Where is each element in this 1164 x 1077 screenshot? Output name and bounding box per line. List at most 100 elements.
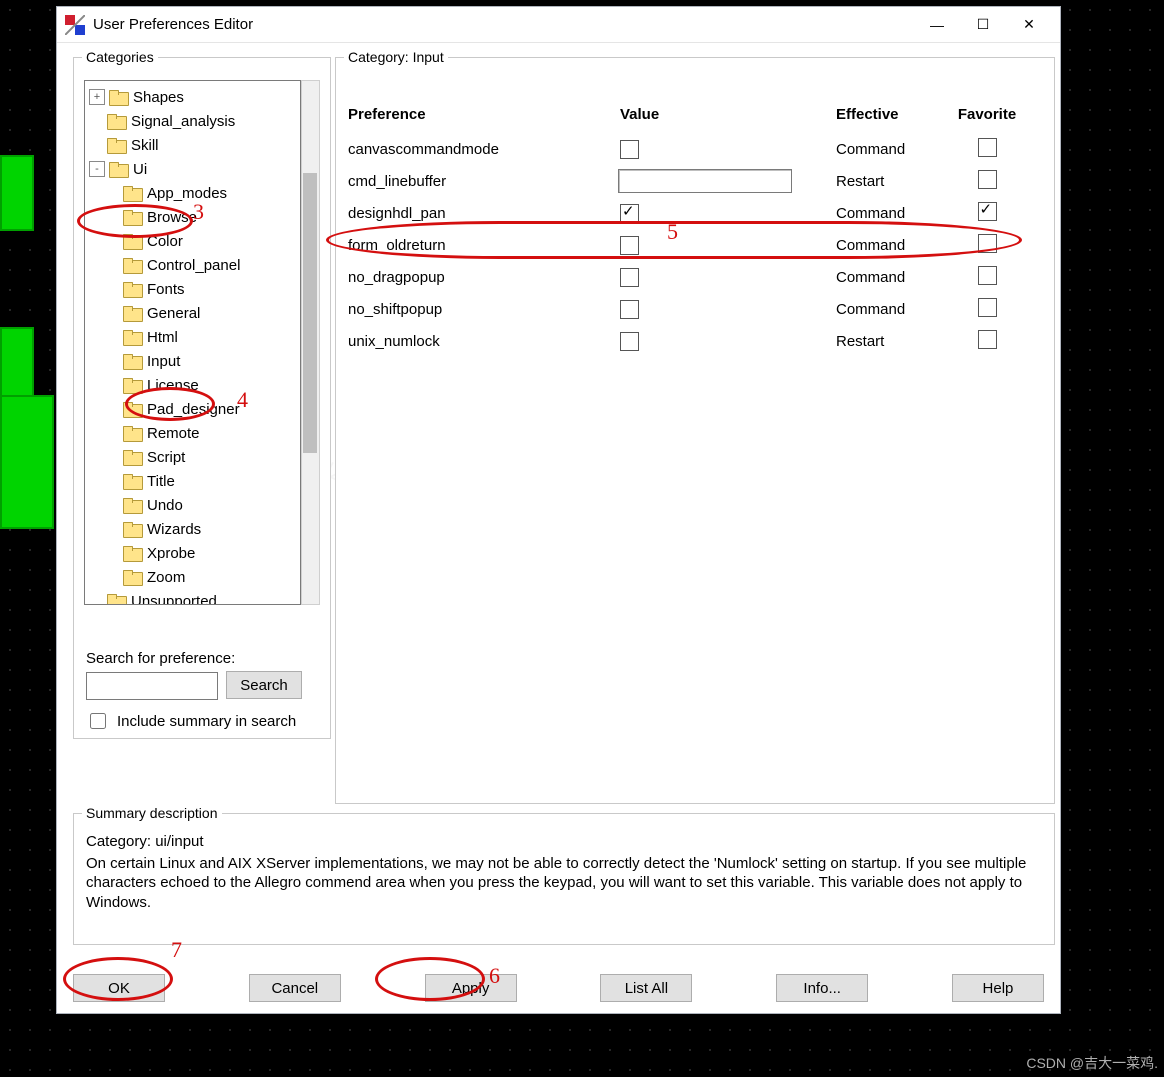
folder-icon	[123, 474, 141, 488]
tree-item-label: Browse	[147, 209, 197, 226]
tree-item-unsupported[interactable]: Unsupported	[87, 589, 298, 605]
tree-item-wizards[interactable]: Wizards	[87, 517, 298, 541]
favorite-checkbox[interactable]	[978, 138, 997, 157]
maximize-button[interactable]: ☐	[960, 10, 1006, 40]
pref-row-canvascommandmode: canvascommandmodeCommand	[348, 133, 1042, 165]
pref-effective: Restart	[836, 333, 952, 350]
search-label: Search for preference:	[86, 650, 235, 667]
close-button[interactable]: ✕	[1006, 10, 1052, 40]
include-summary-checkbox[interactable]: Include summary in search	[86, 710, 296, 732]
value-input[interactable]	[618, 169, 792, 193]
tree-item-label: Title	[147, 473, 175, 490]
tree-item-license[interactable]: License	[87, 373, 298, 397]
tree-item-label: Skill	[131, 137, 159, 154]
search-button[interactable]: Search	[226, 671, 302, 699]
folder-icon	[123, 498, 141, 512]
pref-name: designhdl_pan	[348, 205, 620, 222]
folder-icon	[123, 186, 141, 200]
info-button[interactable]: Info...	[776, 974, 868, 1002]
favorite-checkbox[interactable]	[978, 202, 997, 221]
folder-icon	[123, 282, 141, 296]
cancel-button[interactable]: Cancel	[249, 974, 341, 1002]
tree-item-input[interactable]: Input	[87, 349, 298, 373]
value-checkbox[interactable]	[620, 300, 639, 319]
value-checkbox[interactable]	[620, 268, 639, 287]
value-checkbox[interactable]	[620, 140, 639, 159]
favorite-checkbox[interactable]	[978, 330, 997, 349]
folder-icon	[123, 234, 141, 248]
summary-groupbox: Summary description Category: ui/input O…	[73, 813, 1055, 945]
pref-row-form_oldreturn: form_oldreturnCommand	[348, 229, 1042, 261]
tree-item-color[interactable]: Color	[87, 229, 298, 253]
tree-item-label: Unsupported	[131, 593, 217, 606]
header-preference: Preference	[348, 106, 620, 123]
apply-button[interactable]: Apply	[425, 974, 517, 1002]
favorite-checkbox[interactable]	[978, 170, 997, 189]
tree-item-ui[interactable]: - Ui	[87, 157, 298, 181]
value-checkbox[interactable]	[620, 236, 639, 255]
favorite-checkbox[interactable]	[978, 234, 997, 253]
header-effective: Effective	[836, 106, 952, 123]
titlebar[interactable]: User Preferences Editor — ☐ ✕	[57, 7, 1060, 43]
pref-name: cmd_linebuffer	[348, 173, 620, 190]
value-checkbox[interactable]	[620, 204, 639, 223]
expand-icon[interactable]: +	[89, 89, 105, 105]
app-icon	[65, 15, 85, 35]
list-all-button[interactable]: List All	[600, 974, 692, 1002]
include-summary-input[interactable]	[90, 713, 106, 729]
tree-item-zoom[interactable]: Zoom	[87, 565, 298, 589]
preferences-window: User Preferences Editor — ☐ ✕ 2024-05-15…	[56, 6, 1061, 1014]
tree-item-label: Ui	[133, 161, 147, 178]
summary-category: Category: ui/input	[86, 832, 1042, 852]
tree-item-remote[interactable]: Remote	[87, 421, 298, 445]
pref-row-unix_numlock: unix_numlock Restart	[348, 325, 1042, 357]
tree-item-label: Script	[147, 449, 185, 466]
pref-effective: Restart	[836, 173, 952, 190]
pref-row-no_shiftpopup: no_shiftpopupCommand	[348, 293, 1042, 325]
pref-effective: Command	[836, 237, 952, 254]
annotation-7: 7	[171, 937, 182, 963]
preference-table: Preference Value Effective Favorite canv…	[348, 106, 1042, 357]
tree-item-script[interactable]: Script	[87, 445, 298, 469]
annotation-3: 3	[193, 199, 204, 225]
search-input[interactable]	[86, 672, 218, 700]
folder-icon	[123, 258, 141, 272]
tree-item-title[interactable]: Title	[87, 469, 298, 493]
tree-item-label: Signal_analysis	[131, 113, 235, 130]
annotation-4: 4	[237, 387, 248, 413]
categories-tree[interactable]: +ShapesSignal_analysisSkill-UiApp_modesB…	[84, 80, 301, 605]
folder-icon	[123, 570, 141, 584]
tree-item-fonts[interactable]: Fonts	[87, 277, 298, 301]
annotation-5: 5	[667, 219, 678, 245]
tree-item-undo[interactable]: Undo	[87, 493, 298, 517]
folder-icon	[107, 138, 125, 152]
tree-item-label: Fonts	[147, 281, 185, 298]
tree-item-skill[interactable]: Skill	[87, 133, 298, 157]
tree-item-html[interactable]: Html	[87, 325, 298, 349]
ok-button[interactable]: OK	[73, 974, 165, 1002]
tree-scrollbar[interactable]	[301, 80, 320, 605]
tree-item-pad_designer[interactable]: Pad_designer	[87, 397, 298, 421]
favorite-checkbox[interactable]	[978, 266, 997, 285]
minimize-button[interactable]: —	[914, 10, 960, 40]
tree-item-xprobe[interactable]: Xprobe	[87, 541, 298, 565]
folder-icon	[123, 522, 141, 536]
folder-icon	[123, 378, 141, 392]
tree-item-shapes[interactable]: + Shapes	[87, 85, 298, 109]
pref-row-no_dragpopup: no_dragpopupCommand	[348, 261, 1042, 293]
folder-icon	[123, 306, 141, 320]
tree-item-general[interactable]: General	[87, 301, 298, 325]
annotation-6: 6	[489, 963, 500, 989]
value-checkbox[interactable]	[620, 332, 639, 351]
tree-item-control_panel[interactable]: Control_panel	[87, 253, 298, 277]
pref-name: unix_numlock	[348, 333, 620, 350]
expand-icon[interactable]: -	[89, 161, 105, 177]
header-value: Value	[620, 106, 836, 123]
favorite-checkbox[interactable]	[978, 298, 997, 317]
tree-item-label: Color	[147, 233, 183, 250]
pref-name: no_dragpopup	[348, 269, 620, 286]
tree-item-signal_analysis[interactable]: Signal_analysis	[87, 109, 298, 133]
help-button[interactable]: Help	[952, 974, 1044, 1002]
tree-item-label: Shapes	[133, 89, 184, 106]
pref-effective: Command	[836, 141, 952, 158]
